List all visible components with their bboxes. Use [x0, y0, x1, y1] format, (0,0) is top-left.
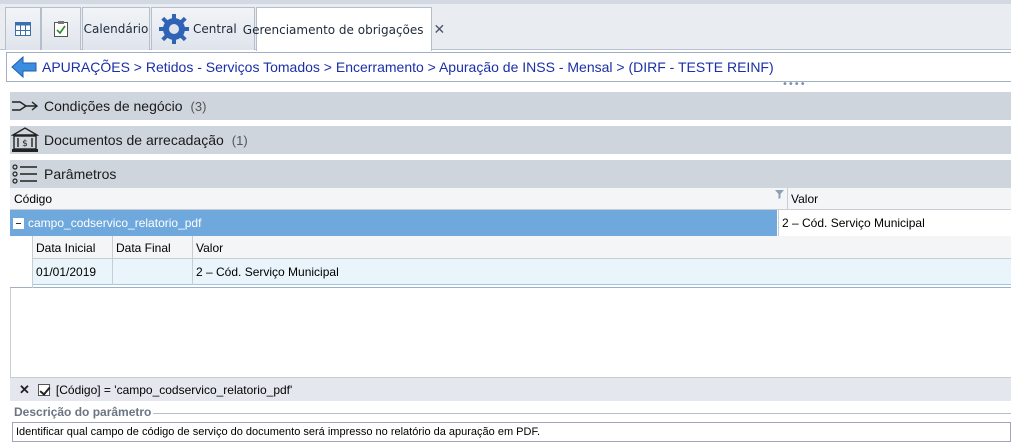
- detail-grid: Data Inicial Data Final Valor 01/01/2019…: [10, 236, 1011, 288]
- tab-gerenciamento-label: Gerenciamento de obrigações: [242, 22, 424, 37]
- cell-codigo-text: campo_codservico_relatorio_pdf: [28, 216, 202, 230]
- detail-cell-data-final[interactable]: [113, 259, 193, 285]
- filter-bar: ✕ [Código] = 'campo_codservico_relatorio…: [10, 377, 1011, 401]
- clipboard-icon: [54, 21, 68, 37]
- section-documentos-arrecadacao[interactable]: $ Documentos de arrecadação (1): [10, 126, 1011, 154]
- close-tab-icon[interactable]: ✕: [434, 22, 446, 38]
- grid-empty-area: [10, 288, 1011, 377]
- arrow-left-icon: [11, 56, 37, 78]
- grid-header: Código Valor: [10, 188, 1011, 210]
- section-count: (3): [190, 98, 207, 114]
- description-label: Descrição do parâmetro: [14, 405, 152, 419]
- tab-grid[interactable]: [5, 7, 41, 50]
- column-separator: [787, 188, 788, 210]
- bank-icon: $: [10, 126, 40, 154]
- tab-central-label: Central: [193, 22, 237, 36]
- filter-expression[interactable]: [Código] = 'campo_codservico_relatorio_p…: [56, 383, 292, 397]
- grid-icon: [15, 22, 31, 36]
- section-title: Condições de negócio: [44, 98, 183, 114]
- filter-icon[interactable]: [775, 190, 784, 199]
- workflow-arrow-icon: [10, 92, 40, 120]
- cell-valor[interactable]: 2 – Cód. Serviço Municipal: [778, 210, 1011, 236]
- tab-clipboard[interactable]: [41, 7, 81, 50]
- tab-calendario-label: Calendário: [83, 22, 149, 36]
- section-parametros[interactable]: Parâmetros: [10, 160, 1011, 188]
- section-count: (1): [231, 132, 248, 148]
- table-row[interactable]: campo_codservico_relatorio_pdf 2 – Cód. …: [10, 210, 1011, 236]
- detail-cell-data-inicial[interactable]: 01/01/2019: [33, 259, 113, 285]
- column-header-valor[interactable]: Valor: [791, 192, 818, 206]
- section-condicoes-negocio[interactable]: Condições de negócio (3): [10, 92, 1011, 120]
- filter-enabled-checkbox[interactable]: [37, 383, 50, 396]
- tab-strip-top: [0, 0, 1011, 4]
- splitter-grip[interactable]: ••••: [782, 79, 806, 90]
- collapse-icon[interactable]: [13, 217, 24, 229]
- cell-codigo[interactable]: campo_codservico_relatorio_pdf: [10, 210, 777, 236]
- description-text: Identificar qual campo de código de serv…: [12, 422, 1011, 442]
- section-title: Parâmetros: [44, 166, 117, 182]
- detail-row[interactable]: 01/01/2019 2 – Cód. Serviço Municipal: [33, 259, 1011, 285]
- tab-strip: Calendário Central Gerenciamento de obri…: [0, 0, 1011, 51]
- section-title: Documentos de arrecadação: [44, 132, 224, 148]
- detail-cell-valor[interactable]: 2 – Cód. Serviço Municipal: [193, 259, 1011, 285]
- detail-grid-inner: Data Inicial Data Final Valor 01/01/2019…: [32, 236, 1011, 288]
- column-header-codigo[interactable]: Código: [14, 192, 52, 206]
- back-button[interactable]: [10, 54, 38, 80]
- detail-header-data-final[interactable]: Data Final: [113, 236, 193, 259]
- breadcrumb-bar: APURAÇÕES > Retidos - Serviços Tomados >…: [6, 52, 1011, 82]
- detail-header: Data Inicial Data Final Valor: [33, 236, 1011, 259]
- description-divider: [153, 413, 1011, 414]
- tab-gerenciamento[interactable]: Gerenciamento de obrigações ✕: [243, 7, 445, 51]
- list-icon: [10, 160, 40, 188]
- clear-filter-icon[interactable]: ✕: [19, 382, 30, 398]
- detail-header-valor[interactable]: Valor: [193, 236, 1011, 259]
- breadcrumb[interactable]: APURAÇÕES > Retidos - Serviços Tomados >…: [42, 59, 774, 75]
- tab-calendario[interactable]: Calendário: [82, 7, 150, 50]
- tab-central[interactable]: Central: [151, 7, 255, 50]
- gear-icon: [159, 14, 189, 44]
- detail-header-data-inicial[interactable]: Data Inicial: [33, 236, 113, 259]
- svg-text:$: $: [22, 139, 28, 149]
